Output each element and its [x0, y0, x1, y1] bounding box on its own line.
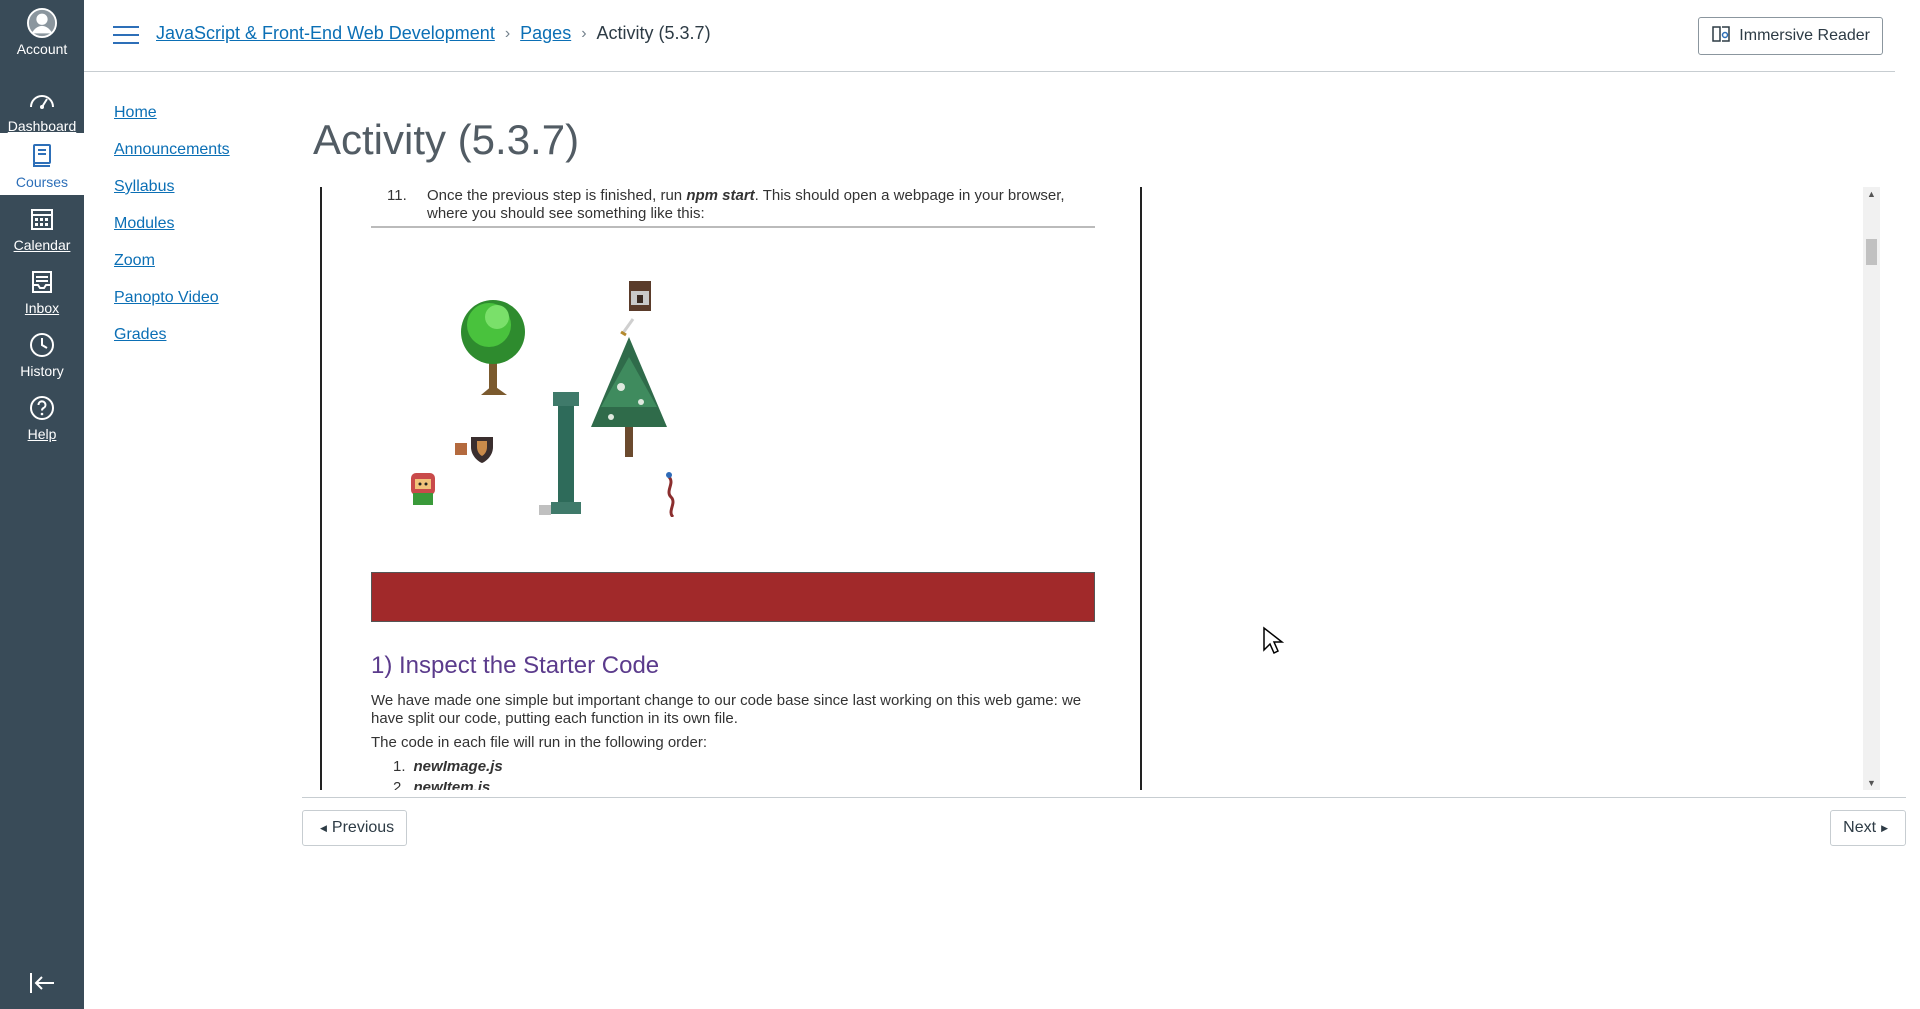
nav-account[interactable]: Account: [0, 0, 84, 62]
course-nav: Home Announcements Syllabus Modules Zoom…: [114, 104, 230, 363]
content-scrollbar[interactable]: ▲ ▼: [1863, 187, 1880, 790]
section-heading: 1) Inspect the Starter Code: [371, 652, 660, 679]
calendar-icon: [27, 204, 57, 234]
caret-right-icon: ▶: [1881, 822, 1888, 833]
nav-history-label: History: [20, 363, 64, 379]
chevron-right-icon: ›: [504, 24, 511, 42]
nav-calendar[interactable]: Calendar: [0, 196, 84, 258]
immersive-reader-label: Immersive Reader: [1739, 27, 1870, 44]
help-icon: [27, 393, 57, 423]
courses-icon: [27, 141, 57, 171]
step-number: 11.: [387, 187, 407, 204]
staff-sprite: [666, 472, 675, 517]
character-sprite: [411, 473, 435, 505]
breadcrumb-course[interactable]: JavaScript & Front-End Web Development: [156, 23, 495, 44]
game-screenshot-image: [411, 281, 675, 517]
frame-right-border: [1140, 187, 1142, 790]
breadcrumb: JavaScript & Front-End Web Development ›…: [156, 23, 711, 44]
inbox-icon: [27, 267, 57, 297]
nav-inbox[interactable]: Inbox: [0, 259, 84, 321]
nav-calendar-label: Calendar: [13, 237, 71, 253]
step-text: Once the previous step is finished, run …: [427, 187, 1087, 223]
course-nav-syllabus[interactable]: Syllabus: [114, 178, 230, 215]
global-nav: Account Dashboard Courses Calendar Inbox…: [0, 0, 84, 1009]
page-title: Activity (5.3.7): [313, 116, 580, 163]
sword-sprite: [620, 318, 635, 337]
account-icon: [27, 8, 57, 38]
footer-divider: [302, 797, 1906, 798]
intro-paragraph: We have made one simple but important ch…: [371, 692, 1082, 727]
previous-label: Previous: [331, 819, 395, 836]
mouse-cursor-icon: [1263, 626, 1284, 655]
dashboard-icon: [27, 85, 57, 115]
content-frame: 11. Once the previous step is finished, …: [320, 187, 1142, 790]
shield-sprite: [455, 437, 493, 463]
scroll-up-arrow-icon[interactable]: ▲: [1863, 187, 1880, 201]
list-item-text: newItem.js: [413, 779, 491, 790]
step-text-pre: Once the previous step is finished, run: [427, 187, 687, 204]
scrollbar-thumb[interactable]: [1866, 239, 1877, 265]
npm-start-command: npm start: [686, 187, 755, 204]
list-item-number: 1.: [393, 758, 406, 775]
immersive-reader-icon: [1711, 25, 1731, 48]
course-nav-panopto-video[interactable]: Panopto Video: [114, 289, 230, 326]
page-header: JavaScript & Front-End Web Development ›…: [84, 0, 1895, 72]
breadcrumb-current: Activity (5.3.7): [596, 23, 711, 43]
chevron-right-icon: ›: [581, 24, 587, 42]
next-button[interactable]: Next ▶: [1830, 810, 1906, 846]
nav-history[interactable]: History: [0, 322, 84, 384]
list-item-number: 2.: [393, 779, 406, 790]
round-tree-sprite: [461, 300, 525, 395]
nav-help[interactable]: Help: [0, 385, 84, 447]
previous-button[interactable]: ◀ Previous: [302, 810, 408, 846]
frame-left-border: [320, 187, 322, 790]
course-nav-zoom[interactable]: Zoom: [114, 252, 230, 289]
next-label: Next: [1843, 819, 1877, 836]
list-item: 2. newItem.js: [393, 779, 490, 790]
course-nav-home[interactable]: Home: [114, 104, 230, 141]
course-nav-grades[interactable]: Grades: [114, 326, 230, 363]
hamburger-menu-icon[interactable]: [113, 26, 139, 46]
pillar-sprite: [539, 392, 581, 515]
nav-courses-label: Courses: [15, 174, 69, 190]
list-item: 1. newImage.js: [393, 758, 503, 775]
well-sprite: [629, 281, 651, 311]
pine-tree-sprite: [591, 337, 667, 457]
history-icon: [27, 330, 57, 360]
order-paragraph: The code in each file will run in the fo…: [371, 734, 708, 751]
nav-dashboard-label: Dashboard: [7, 118, 77, 134]
nav-help-label: Help: [27, 426, 57, 442]
course-nav-modules[interactable]: Modules: [114, 215, 230, 252]
nav-dashboard[interactable]: Dashboard: [0, 77, 84, 139]
collapse-nav-icon[interactable]: [26, 967, 58, 999]
nav-courses[interactable]: Courses: [0, 133, 84, 195]
scroll-down-arrow-icon[interactable]: ▼: [1863, 776, 1880, 790]
caret-left-icon: ◀: [320, 822, 327, 833]
nav-account-label: Account: [16, 41, 68, 57]
breadcrumb-pages[interactable]: Pages: [520, 23, 571, 44]
immersive-reader-button[interactable]: Immersive Reader: [1698, 17, 1883, 55]
course-nav-announcements[interactable]: Announcements: [114, 141, 230, 178]
section-banner: [371, 572, 1095, 622]
list-item-text: newImage.js: [413, 758, 503, 775]
divider: [371, 226, 1095, 228]
nav-inbox-label: Inbox: [24, 300, 60, 316]
